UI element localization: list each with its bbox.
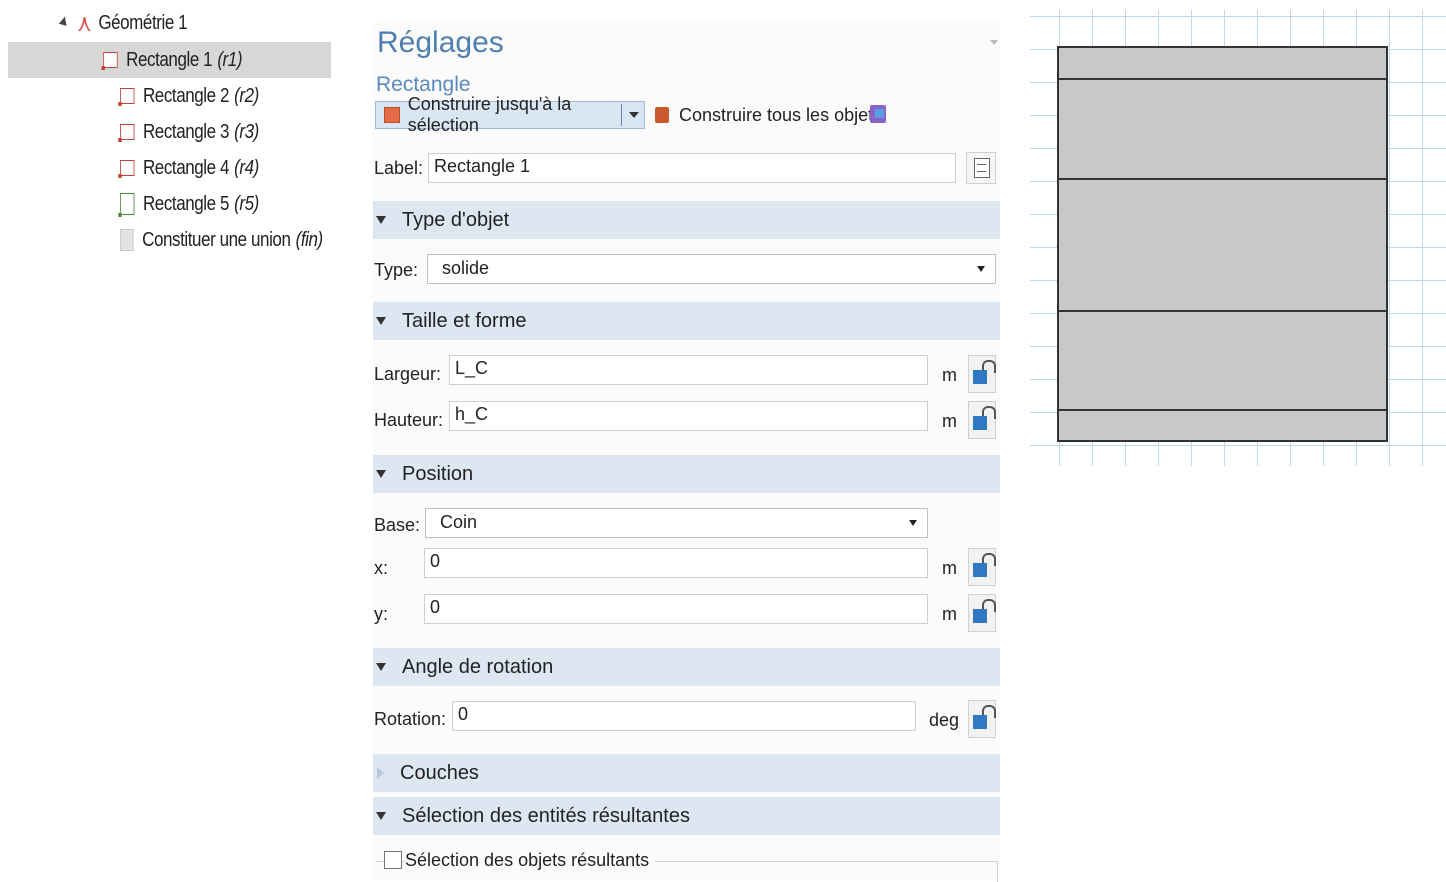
model-tree: ⋏ Géométrie 1 Rectangle 1 (r1) Rectangle…: [0, 0, 340, 280]
height-input[interactable]: h_C: [449, 401, 928, 431]
section-size-shape[interactable]: Taille et forme: [373, 302, 1000, 340]
tree-node-label: Rectangle 1: [126, 48, 213, 71]
panel-title: Réglages: [377, 26, 504, 59]
tree-node-geometry[interactable]: ⋏ Géométrie 1: [58, 5, 315, 41]
tree-node-label: Géométrie 1: [98, 11, 188, 34]
geometry-rectangle[interactable]: [1057, 46, 1388, 442]
tree-node-rectangle-2[interactable]: Rectangle 2 (r2): [118, 78, 340, 114]
tree-node-label: Constituer une union: [142, 228, 291, 251]
tree-node-tag: (r2): [234, 84, 259, 107]
chevron-down-icon: [909, 520, 917, 526]
x-input[interactable]: 0: [424, 548, 928, 578]
section-rotation[interactable]: Angle de rotation: [373, 648, 1000, 686]
height-caption: Hauteur:: [374, 410, 444, 430]
base-caption: Base:: [374, 515, 421, 535]
tree-node-tag: (fin): [295, 228, 324, 251]
y-unit: m: [942, 604, 957, 624]
rotation-unit: deg: [929, 710, 960, 730]
section-object-type[interactable]: Type d'objet: [373, 201, 1000, 239]
collapse-arrow-icon: [376, 470, 386, 478]
union-icon: [120, 229, 134, 251]
section-title: Sélection des entités résultantes: [402, 804, 690, 827]
tree-node-label: Rectangle 2: [142, 84, 230, 107]
chevron-down-icon: [977, 266, 985, 272]
build-selected-icon: [384, 107, 400, 123]
rectangle-icon: [101, 52, 118, 70]
build-all-label: Construire tous les objets: [679, 104, 883, 125]
section-title: Taille et forme: [402, 309, 527, 332]
label-input[interactable]: Rectangle 1: [428, 153, 956, 183]
width-input[interactable]: L_C: [449, 355, 928, 385]
layer-boundary-3: [1059, 310, 1386, 312]
build-selected-button[interactable]: Construire jusqu'à la sélection: [375, 94, 645, 135]
build-all-button[interactable]: Construire tous les objets: [655, 102, 882, 128]
expand-arrow-icon: [377, 767, 384, 779]
button-separator: [621, 104, 622, 126]
layer-boundary-4: [1059, 409, 1386, 411]
section-selections[interactable]: Sélection des entités résultantes: [373, 797, 1000, 835]
rectangle-icon: [118, 124, 135, 142]
settings-panel: [373, 20, 1000, 881]
tree-node-rectangle-3[interactable]: Rectangle 3 (r3): [118, 114, 340, 150]
result-objects-label: Sélection des objets résultants: [405, 850, 656, 871]
collapse-arrow-icon: [376, 812, 386, 820]
width-caption: Largeur:: [374, 364, 442, 384]
rectangle-icon: [118, 160, 135, 178]
collapse-icon[interactable]: [990, 40, 998, 45]
type-select[interactable]: solide: [427, 254, 996, 284]
rectangle-icon: [118, 88, 135, 106]
tree-node-rectangle-4[interactable]: Rectangle 4 (r4): [118, 150, 340, 186]
tree-node-label: Rectangle 5: [142, 192, 230, 215]
section-title: Type d'objet: [402, 208, 510, 231]
tree-node-tag: (r4): [234, 156, 259, 179]
build-preceding-icon[interactable]: [870, 105, 886, 123]
label-document-icon[interactable]: [966, 152, 996, 184]
section-title: Position: [402, 462, 474, 485]
x-lock-icon[interactable]: [968, 548, 996, 586]
tree-node-rectangle-1[interactable]: Rectangle 1 (r1): [8, 42, 331, 78]
section-title: Angle de rotation: [402, 655, 554, 678]
tree-node-tag: (r5): [234, 192, 259, 215]
width-lock-icon[interactable]: [968, 355, 996, 393]
base-select[interactable]: Coin: [425, 508, 928, 538]
dropdown-arrow-icon[interactable]: [629, 112, 639, 118]
x-unit: m: [942, 558, 957, 578]
width-unit: m: [942, 365, 957, 385]
type-caption: Type:: [374, 260, 419, 280]
section-layers[interactable]: Couches: [373, 754, 1000, 792]
rectangle-icon: [118, 193, 135, 217]
build-selected-label: Construire jusqu'à la sélection: [407, 94, 572, 135]
geometry-icon: ⋏: [77, 9, 92, 37]
tree-node-union[interactable]: Constituer une union (fin): [120, 222, 340, 258]
section-position[interactable]: Position: [373, 455, 1000, 493]
label-caption: Label:: [374, 158, 424, 178]
tree-node-label: Rectangle 4: [142, 156, 230, 179]
layer-boundary-2: [1059, 178, 1386, 180]
result-objects-checkbox[interactable]: [384, 851, 402, 869]
x-caption: x:: [374, 558, 389, 578]
expand-arrow-icon[interactable]: [58, 16, 70, 30]
tree-node-rectangle-5[interactable]: Rectangle 5 (r5): [118, 186, 340, 222]
section-title: Couches: [400, 761, 479, 784]
height-unit: m: [942, 411, 957, 431]
y-lock-icon[interactable]: [968, 594, 996, 632]
base-select-value: Coin: [440, 512, 478, 532]
collapse-arrow-icon: [376, 663, 386, 671]
layer-boundary-1: [1059, 78, 1386, 80]
build-all-icon: [655, 107, 669, 123]
tree-node-tag: (r1): [217, 48, 243, 71]
tree-node-label: Rectangle 3: [142, 120, 230, 143]
rotation-caption: Rotation:: [374, 709, 447, 729]
y-caption: y:: [374, 604, 389, 624]
tree-node-tag: (r3): [234, 120, 259, 143]
collapse-arrow-icon: [376, 317, 386, 325]
y-input[interactable]: 0: [424, 594, 928, 624]
rotation-lock-icon[interactable]: [968, 700, 996, 738]
rotation-input[interactable]: 0: [452, 701, 916, 731]
type-select-value: solide: [442, 258, 490, 278]
collapse-arrow-icon: [376, 216, 386, 224]
height-lock-icon[interactable]: [968, 401, 996, 439]
